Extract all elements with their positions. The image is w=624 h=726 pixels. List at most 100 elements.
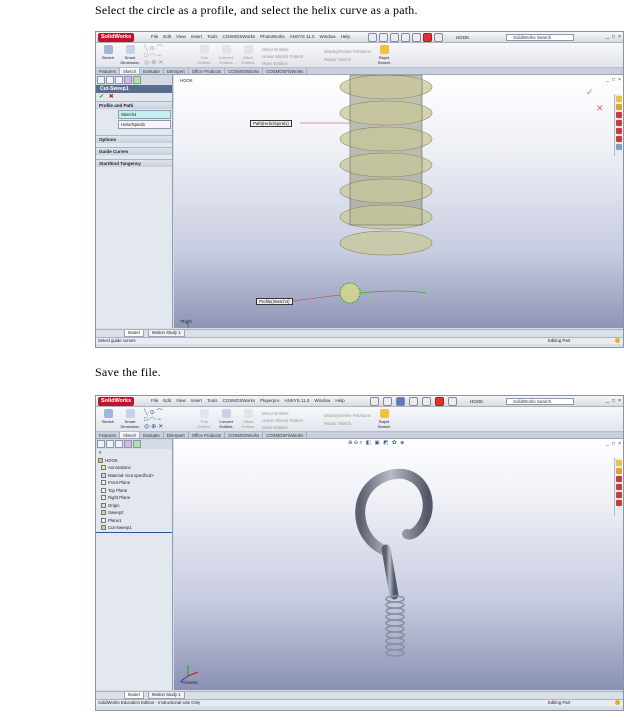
profile-callout[interactable]: Profile(Sketch4) — [256, 298, 293, 305]
menu-help[interactable]: Help — [341, 34, 350, 39]
file-explorer-icon[interactable] — [616, 476, 622, 482]
options-icon[interactable] — [434, 33, 443, 42]
viewport-maximize-icon[interactable]: □ — [612, 77, 615, 83]
line-tool-icon[interactable]: ╲·⊙·⌒ — [144, 410, 163, 416]
repair-sketch-button[interactable]: Repair Sketch — [324, 421, 351, 427]
graphics-area[interactable]: HOOK ✓ ✕ Path(Helix/Spiral1) Profile(Ske… — [174, 75, 623, 328]
menu-insert[interactable]: Insert — [191, 398, 202, 403]
tree-item-sweep2[interactable]: Sweep2 — [96, 509, 172, 517]
menu-edit[interactable]: Edit — [163, 398, 171, 403]
tab-dimxpert[interactable]: DimXpert — [164, 68, 189, 74]
tab-evaluate[interactable]: Evaluate — [140, 432, 164, 438]
menu-help[interactable]: Help — [335, 398, 344, 403]
print-icon[interactable] — [409, 397, 418, 406]
dimxpert-icon[interactable] — [124, 76, 132, 84]
undo-icon[interactable] — [412, 33, 421, 42]
trim-entities-button[interactable]: Trim Entities — [194, 409, 214, 429]
search-input-2[interactable]: SolidWorks Search — [506, 398, 574, 405]
maximize-icon[interactable]: □ — [612, 34, 615, 40]
menu-ansys[interactable]: ANSYS 11.0 — [290, 34, 315, 39]
tree-item-front-plane[interactable]: Front Plane — [96, 479, 172, 487]
property-manager-icon[interactable] — [106, 440, 114, 448]
viewport-minimize-icon[interactable]: _ — [606, 77, 609, 83]
line-tool-icon[interactable]: ╲·⊙·⌒ — [144, 46, 163, 52]
new-document-icon[interactable] — [368, 33, 377, 42]
appearance-icon[interactable] — [133, 440, 141, 448]
menu-tools[interactable]: Tools — [207, 398, 218, 403]
group-guide-curves[interactable]: Guide Curves — [96, 147, 172, 155]
point-tool-icon[interactable]: ◎·⊕·✕ — [144, 60, 163, 66]
menu-insert[interactable]: Insert — [191, 34, 202, 39]
feature-tree-icon[interactable] — [97, 440, 105, 448]
save-icon[interactable] — [390, 33, 399, 42]
menu-ansys[interactable]: ANSYS 11.0 — [284, 398, 309, 403]
rapid-search-button[interactable]: Rapid Search — [374, 45, 394, 65]
tree-item-annotations[interactable]: Annotations — [96, 464, 172, 472]
tree-item-top-plane[interactable]: Top Plane — [96, 487, 172, 495]
offset-entities-button[interactable]: Offset Entities — [238, 45, 258, 65]
menu-view[interactable]: View — [176, 34, 186, 39]
path-callout[interactable]: Path(Helix/Spiral1) — [250, 120, 292, 127]
sketch-button[interactable]: Sketch — [98, 409, 118, 429]
tree-item-right-plane[interactable]: Right Plane — [96, 494, 172, 502]
tab-office-products[interactable]: Office Products — [189, 68, 226, 74]
resources-icon[interactable] — [616, 96, 622, 102]
tab-cosmosfloworks[interactable]: COSMOSFloWorks — [263, 68, 308, 74]
linear-pattern-button[interactable]: Linear Sketch Pattern — [262, 418, 303, 424]
file-explorer-icon[interactable] — [616, 112, 622, 118]
resources-icon[interactable] — [616, 460, 622, 466]
menu-edit[interactable]: Edit — [163, 34, 171, 39]
open-icon[interactable] — [383, 397, 392, 406]
group-profile-and-path[interactable]: Profile and Path — [96, 101, 172, 109]
rapid-search-button[interactable]: Rapid Search — [374, 409, 394, 429]
display-delete-relations-button[interactable]: Display/Delete Relations — [324, 49, 371, 55]
search-results-icon[interactable] — [616, 484, 622, 490]
view-palette-icon[interactable] — [616, 492, 622, 498]
tab-cosmosworks[interactable]: COSMOSWorks — [225, 68, 264, 74]
mirror-entities-button[interactable]: Mirror Entities — [262, 47, 289, 53]
move-entities-button[interactable]: Move Entities — [262, 425, 288, 431]
tree-item-material[interactable]: Material <not specified> — [96, 472, 172, 480]
rebuild-icon[interactable] — [435, 397, 444, 406]
convert-entities-button[interactable]: Convert Entities — [216, 45, 236, 65]
appearances-icon[interactable] — [616, 136, 622, 142]
profile-selection-box[interactable]: Sketch4 — [118, 110, 171, 119]
dimxpert-icon[interactable] — [124, 440, 132, 448]
menu-view[interactable]: View — [176, 398, 186, 403]
ok-check-icon[interactable]: ✔ — [99, 94, 104, 100]
group-start-end-tangency[interactable]: Start/End Tangency — [96, 159, 172, 167]
cancel-x-icon[interactable]: ✖ — [109, 94, 114, 100]
menu-playerpro[interactable]: Playerpro — [260, 398, 279, 403]
maximize-icon[interactable]: □ — [612, 398, 615, 404]
minimize-icon[interactable]: _ — [606, 398, 609, 404]
tree-item-hook[interactable]: HOOK — [96, 457, 172, 465]
trim-entities-button[interactable]: Trim Entities — [194, 45, 214, 65]
repair-sketch-button[interactable]: Repair Sketch — [324, 57, 351, 63]
close-icon[interactable]: × — [618, 34, 621, 40]
menu-file[interactable]: File — [151, 398, 158, 403]
tab-motion-study[interactable]: Motion Study 1 — [148, 692, 185, 699]
viewport-close-icon[interactable]: × — [618, 77, 621, 83]
rebuild-icon[interactable] — [423, 33, 432, 42]
convert-entities-button[interactable]: Convert Entities — [216, 409, 236, 429]
tab-cosmosfloworks[interactable]: COSMOSFloWorks — [263, 432, 308, 438]
appearances-icon[interactable] — [616, 500, 622, 506]
rectangle-tool-icon[interactable]: □·◠·∼ — [144, 417, 162, 423]
tab-evaluate[interactable]: Evaluate — [140, 68, 164, 74]
menu-cosmosworks[interactable]: COSMOSWorks — [223, 34, 256, 39]
tab-cosmosworks[interactable]: COSMOSWorks — [225, 432, 264, 438]
custom-properties-icon[interactable] — [616, 144, 622, 150]
appearance-icon[interactable] — [133, 76, 141, 84]
undo-icon[interactable] — [422, 397, 431, 406]
tab-features[interactable]: Features — [96, 432, 120, 438]
design-library-icon[interactable] — [616, 468, 622, 474]
menu-tools[interactable]: Tools — [207, 34, 218, 39]
design-library-icon[interactable] — [616, 104, 622, 110]
viewport-minimize-icon[interactable]: _ — [606, 441, 609, 447]
path-selection-box[interactable]: Helix/Spiral1 — [118, 120, 171, 129]
menu-window[interactable]: Window — [314, 398, 330, 403]
rectangle-tool-icon[interactable]: □·◠·∼ — [144, 53, 162, 59]
menu-cosmosworks[interactable]: COSMOSWorks — [223, 398, 256, 403]
tab-model[interactable]: Model — [124, 330, 144, 337]
tab-sketch[interactable]: Sketch — [119, 68, 141, 74]
